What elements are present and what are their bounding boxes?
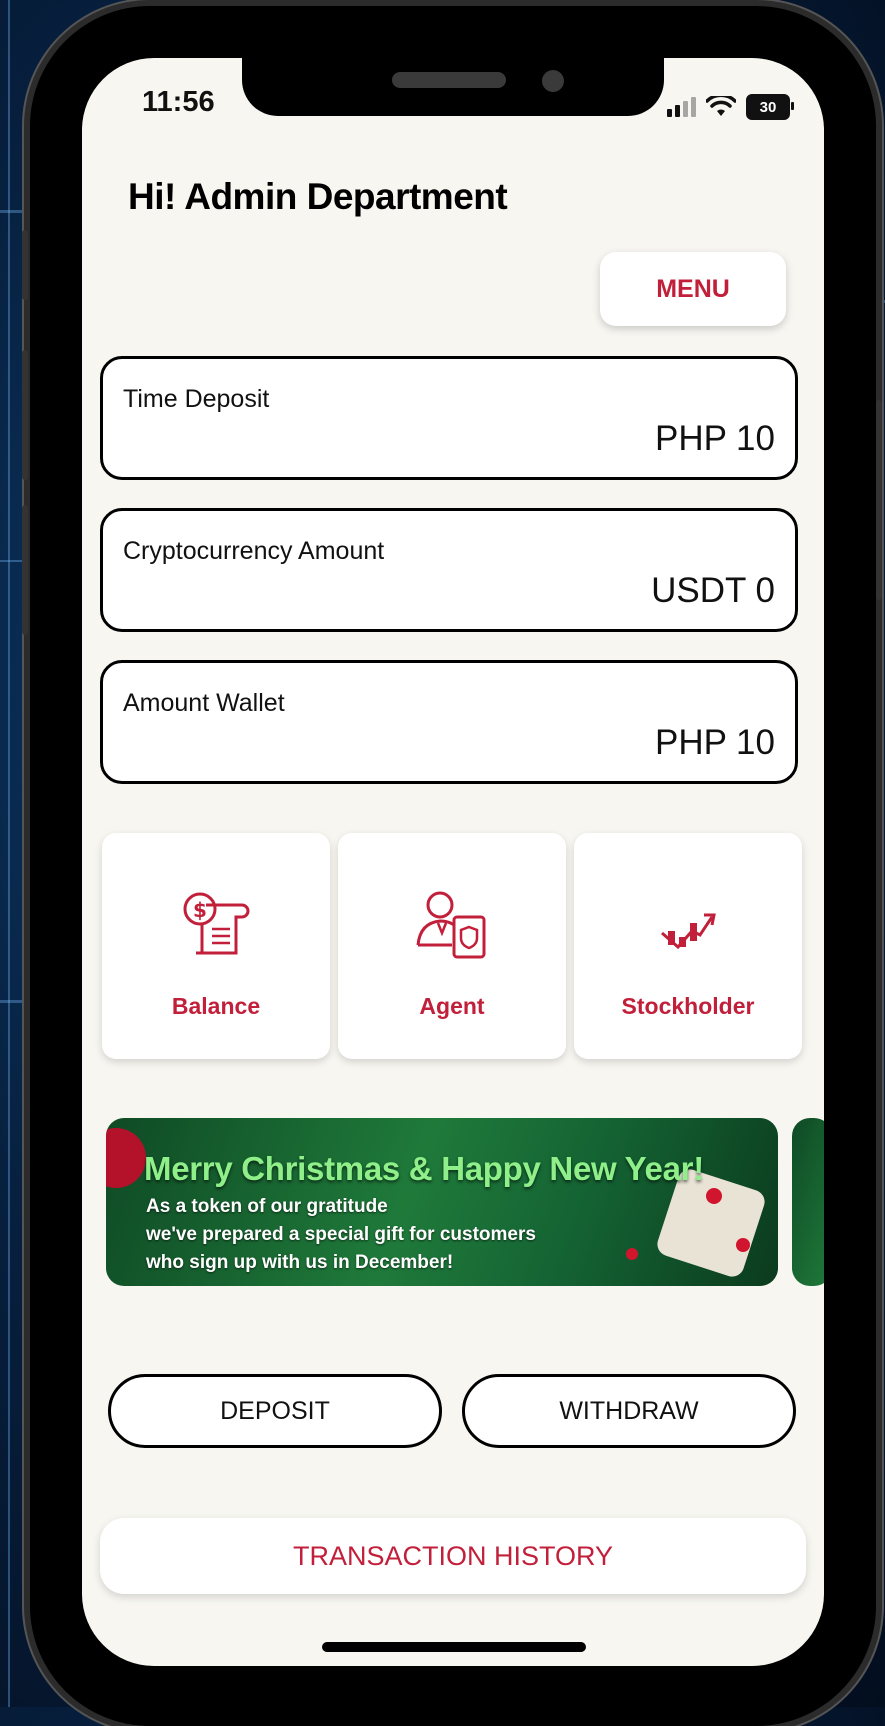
tile-label: Balance xyxy=(171,993,261,1019)
next-banner-peek[interactable] xyxy=(792,1118,824,1286)
phone-mute-switch xyxy=(22,230,28,300)
speaker-grille xyxy=(392,72,506,88)
card-value: USDT 0 xyxy=(651,571,775,610)
agent-document-icon xyxy=(416,891,486,959)
background-line xyxy=(876,300,885,303)
card-value: PHP 10 xyxy=(655,419,775,458)
card-label: Cryptocurrency Amount xyxy=(123,537,385,565)
home-indicator[interactable] xyxy=(322,1642,586,1652)
card-label: Time Deposit xyxy=(123,385,270,413)
status-icons: 30 xyxy=(667,94,794,120)
time-deposit-card[interactable]: Time Deposit PHP 10 xyxy=(100,356,798,480)
phone-volume-down xyxy=(22,505,28,635)
menu-button[interactable]: MENU xyxy=(600,252,786,326)
balance-tile[interactable]: $ Balance xyxy=(102,833,330,1059)
status-time: 11:56 xyxy=(142,86,215,118)
stockholder-tile[interactable]: Stockholder xyxy=(574,833,802,1059)
banner-subtext: As a token of our gratitude xyxy=(146,1196,388,1217)
berry-decoration xyxy=(706,1188,722,1204)
wifi-icon xyxy=(706,96,736,116)
receipt-dollar-icon: $ xyxy=(183,892,250,955)
notch xyxy=(242,58,664,116)
svg-text:$: $ xyxy=(193,898,207,922)
berry-decoration xyxy=(736,1238,750,1252)
ornament-decoration xyxy=(106,1128,146,1188)
greeting-title: Hi! Admin Department xyxy=(128,176,508,217)
agent-tile[interactable]: Agent xyxy=(338,833,566,1059)
phone-volume-up xyxy=(22,350,28,480)
app-screen: 11:56 30 Hi! Admin Department MENU Time … xyxy=(82,58,824,1666)
card-value: PHP 10 xyxy=(655,723,775,762)
tile-label: Agent xyxy=(419,993,485,1019)
tile-label: Stockholder xyxy=(621,993,755,1019)
deposit-button[interactable]: DEPOSIT xyxy=(108,1374,442,1448)
front-camera xyxy=(542,70,564,92)
banner-headline: Merry Christmas & Happy New Year! xyxy=(144,1150,704,1187)
amount-wallet-card[interactable]: Amount Wallet PHP 10 xyxy=(100,660,798,784)
signal-icon xyxy=(667,97,696,117)
transaction-history-button[interactable]: TRANSACTION HISTORY xyxy=(100,1518,806,1594)
promo-banner[interactable]: Merry Christmas & Happy New Year! As a t… xyxy=(106,1118,778,1286)
background-line xyxy=(0,210,30,213)
banner-subtext: we've prepared a special gift for custom… xyxy=(146,1224,536,1245)
cryptocurrency-amount-card[interactable]: Cryptocurrency Amount USDT 0 xyxy=(100,508,798,632)
card-label: Amount Wallet xyxy=(123,689,285,717)
background-line xyxy=(0,1000,30,1003)
phone-power-button xyxy=(876,400,882,600)
berry-decoration xyxy=(626,1248,638,1260)
background-line xyxy=(8,0,10,1707)
banner-subtext: who sign up with us in December! xyxy=(146,1252,454,1273)
withdraw-button[interactable]: WITHDRAW xyxy=(462,1374,796,1448)
battery-icon: 30 xyxy=(746,94,794,120)
stock-chart-icon xyxy=(661,913,716,950)
